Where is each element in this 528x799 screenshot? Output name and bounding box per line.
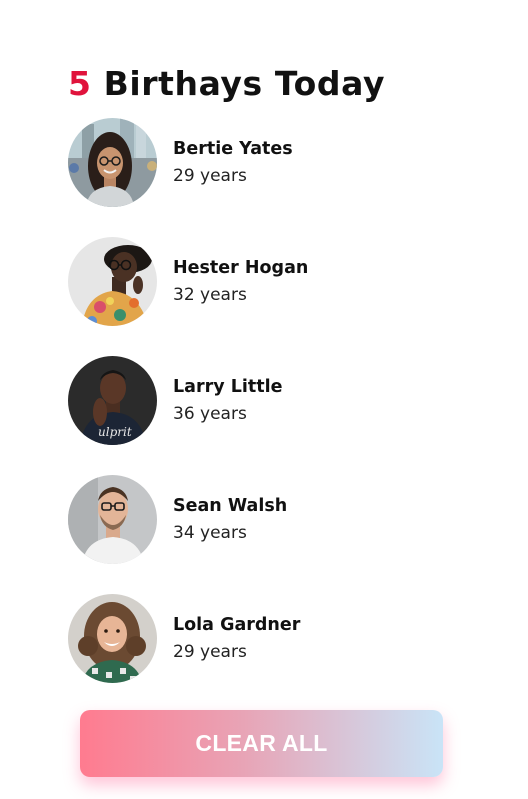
avatar [68,475,157,564]
person-age: 36 years [173,403,247,424]
avatar [68,237,157,326]
man-dark-tshirt-photo: ulprit [68,356,157,445]
person-info: Hester Hogan 32 years [173,255,308,309]
person-info: Bertie Yates 29 years [173,136,293,190]
list-item: Lola Gardner 29 years [68,594,308,683]
list-item: ulprit Larry Little 36 years [68,356,308,445]
list-item: Hester Hogan 32 years [68,237,308,326]
person-name: Lola Gardner [173,614,301,635]
list-item: Bertie Yates 29 years [68,118,308,207]
woman-with-glasses-photo [68,118,157,207]
birthday-list: Bertie Yates 29 years Hester Hogan 32 ye… [68,118,308,713]
title-text: Birthays Today [103,64,386,103]
person-age: 34 years [173,522,247,543]
person-age: 29 years [173,165,247,186]
woman-with-glasses-floral-shirt-photo [68,237,157,326]
smiling-woman-curly-hair-photo [68,594,157,683]
person-info: Lola Gardner 29 years [173,612,300,666]
person-info: Larry Little 36 years [173,374,282,428]
birthday-count: 5 [68,64,92,103]
page-title: 5 Birthays Today [68,62,468,106]
list-item: Sean Walsh 34 years [68,475,308,564]
person-name: Hester Hogan [173,257,309,278]
avatar [68,118,157,207]
avatar [68,594,157,683]
person-info: Sean Walsh 34 years [173,493,287,547]
person-name: Sean Walsh [173,495,288,516]
man-with-glasses-photo [68,475,157,564]
person-name: Larry Little [173,376,283,397]
avatar: ulprit [68,356,157,445]
svg-text:ulprit: ulprit [98,425,132,439]
clear-all-button[interactable]: CLEAR ALL [80,710,443,777]
person-age: 32 years [173,284,247,305]
birthday-card: 5 Birthays Today Bertie Yates 29 years H… [68,62,468,683]
person-age: 29 years [173,641,247,662]
person-name: Bertie Yates [173,138,293,159]
